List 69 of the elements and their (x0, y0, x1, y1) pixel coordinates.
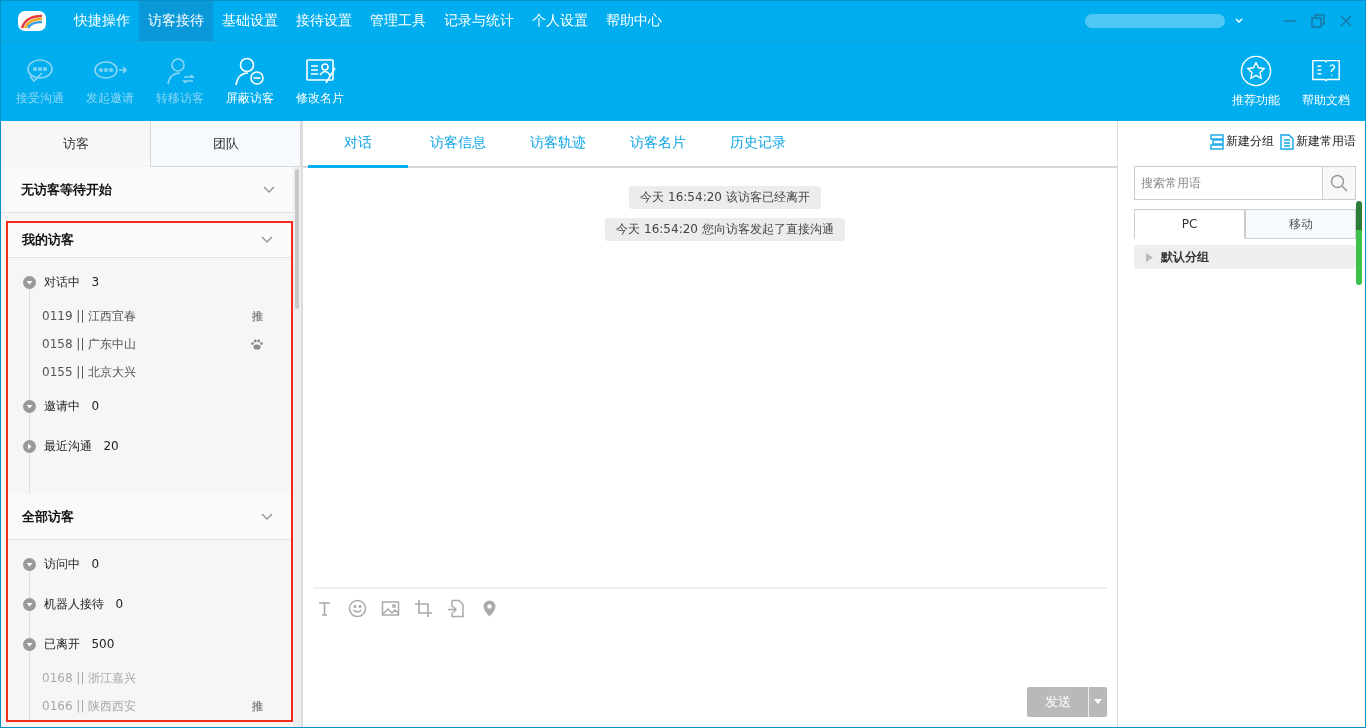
action-link[interactable]: 新建分组 (1210, 133, 1274, 150)
menu-item[interactable]: 帮助中心 (597, 1, 671, 41)
platform-tab[interactable]: 移动 (1245, 209, 1356, 239)
action-link[interactable]: 新建常用语 (1280, 133, 1356, 150)
visitor-group[interactable]: 邀请中 0 (8, 386, 291, 426)
visitor-group[interactable]: 访问中 0 (8, 544, 291, 584)
stacked-list-icon (1210, 133, 1224, 150)
chevron-down-icon[interactable] (261, 236, 273, 244)
toolbar-button[interactable]: 推荐功能 (1221, 54, 1291, 109)
chat-tab[interactable]: 访客名片 (608, 121, 708, 168)
close-icon[interactable] (1339, 14, 1353, 28)
menu-item[interactable]: 接待设置 (287, 1, 361, 41)
visitor-label: 0158 || 广东中山 (42, 335, 137, 353)
visitor-label: 0166 || 陕西西安 (42, 697, 137, 715)
visitor-tag: 推 (252, 308, 263, 324)
menu-item[interactable]: 访客接待 (139, 1, 213, 41)
paw-icon (251, 338, 263, 350)
system-message: 今天 16:54:20 您向访客发起了直接沟通 (605, 218, 845, 241)
platform-tab[interactable]: PC (1134, 209, 1245, 239)
rainbow-logo-icon (17, 10, 47, 32)
visitor-group[interactable]: 机器人接待 0 (8, 584, 291, 624)
menu-item[interactable]: 快捷操作 (65, 1, 139, 41)
document-icon (1280, 133, 1294, 150)
menu-item[interactable]: 管理工具 (361, 1, 435, 41)
group-label: 最近沟通 20 (44, 437, 119, 455)
group-label: 邀请中 0 (44, 397, 100, 415)
chat-tab[interactable]: 访客信息 (408, 121, 508, 168)
chevron-down-icon[interactable] (261, 512, 273, 521)
visitor-label: 0155 || 北京大兴 (42, 363, 137, 381)
visitor-group[interactable]: 对话中 3 (8, 262, 291, 302)
system-message: 今天 16:54:20 该访客已经离开 (629, 186, 821, 209)
toolbar-button[interactable]: 帮助文档 (1291, 54, 1361, 109)
section-title: 我的访客 (22, 231, 74, 249)
scrollbar[interactable] (293, 167, 301, 727)
section-title: 全部访客 (22, 507, 74, 526)
phrase-group[interactable]: 默认分组 (1134, 245, 1356, 269)
visitor-label: 0168 || 浙江嘉兴 (42, 669, 137, 687)
group-label: 对话中 3 (44, 273, 100, 291)
toolbar-button[interactable]: 屏蔽访客 (215, 56, 285, 107)
visitor-tag: 推 (252, 698, 263, 714)
scrollbar-thumb[interactable] (1356, 201, 1362, 285)
caret-down-icon[interactable] (1235, 18, 1243, 24)
search-icon[interactable] (1330, 174, 1348, 192)
emoji-icon[interactable] (348, 599, 367, 618)
section-header[interactable]: 我的访客 (8, 223, 291, 258)
image-icon[interactable] (381, 599, 400, 618)
visitor-label: 0119 || 江西宜春 (42, 307, 137, 325)
section-header[interactable]: 无访客等待开始 (1, 167, 293, 213)
visitor-group[interactable]: 最近沟通 20 (8, 426, 291, 466)
menu-item[interactable]: 记录与统计 (435, 1, 523, 41)
group-label: 机器人接待 0 (44, 595, 124, 613)
section-header[interactable]: 全部访客 (8, 494, 291, 540)
chevron-down-icon[interactable] (263, 185, 275, 194)
chat-tab[interactable]: 对话 (308, 121, 408, 168)
toolbar-button[interactable]: 修改名片 (285, 56, 355, 107)
restore-icon[interactable] (1311, 14, 1325, 28)
search-field[interactable]: 搜索常用语 (1134, 166, 1322, 200)
file-icon[interactable] (447, 599, 466, 618)
chat-tab[interactable]: 访客轨迹 (508, 121, 608, 168)
group-label: 访问中 0 (44, 555, 100, 573)
section-title: 无访客等待开始 (21, 180, 112, 199)
chat-tab[interactable]: 历史记录 (708, 121, 808, 168)
crop-icon[interactable] (414, 599, 433, 618)
panel-tab[interactable]: 团队 (150, 121, 301, 167)
menu-item[interactable]: 个人设置 (523, 1, 597, 41)
group-label: 已离开 500 (44, 635, 115, 653)
caret-right-icon (1146, 252, 1153, 262)
menu-item[interactable]: 基础设置 (213, 1, 287, 41)
visitor-group[interactable]: 已离开 500 (8, 624, 291, 664)
